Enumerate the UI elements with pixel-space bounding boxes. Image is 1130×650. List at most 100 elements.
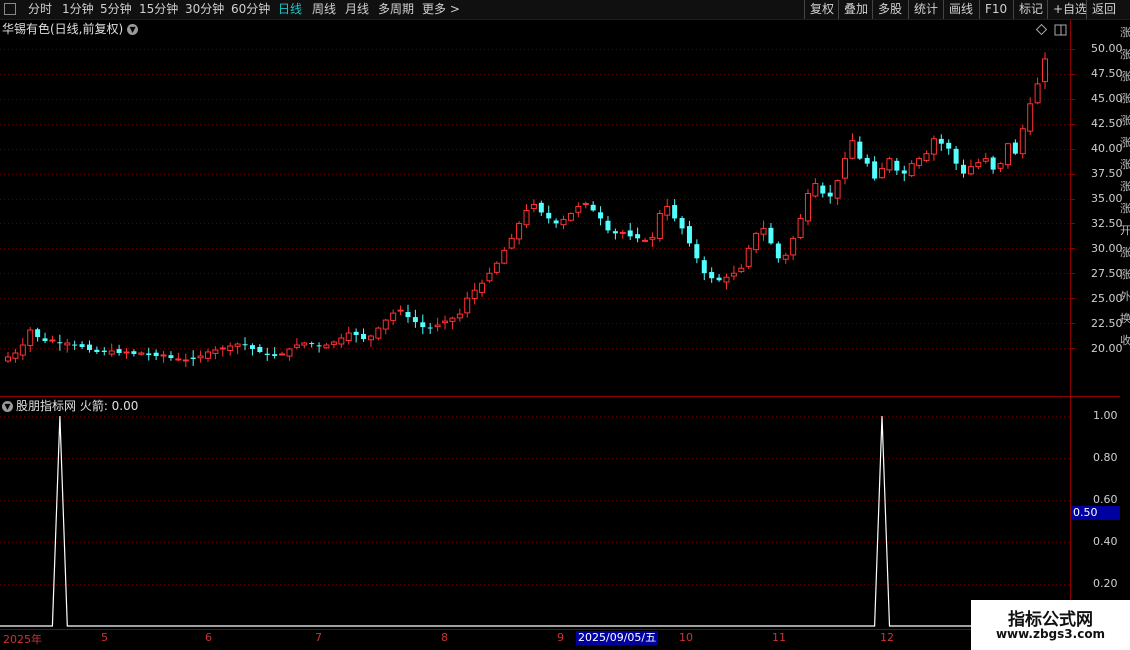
candle — [257, 344, 263, 354]
candle — [982, 152, 989, 164]
candle — [730, 265, 737, 281]
candle — [804, 189, 811, 226]
side-info-char — [1120, 398, 1130, 412]
candle — [961, 159, 967, 178]
candle — [479, 279, 486, 297]
diamond-icon[interactable] — [1035, 23, 1048, 36]
candle — [301, 341, 308, 348]
candle — [990, 155, 996, 174]
chevron-down-icon[interactable]: ▼ — [2, 401, 13, 412]
candle — [19, 337, 26, 361]
candle — [464, 291, 471, 318]
side-info-char: 涨 — [1120, 268, 1130, 280]
candle — [345, 326, 352, 345]
candle — [138, 351, 145, 356]
candle — [405, 304, 411, 323]
candle — [131, 349, 137, 357]
cursor-value-badge: 0.50 — [1071, 506, 1120, 520]
candle — [701, 256, 707, 281]
rocket-signal-line — [0, 415, 1070, 627]
candle — [612, 228, 618, 240]
candle — [361, 328, 367, 342]
side-info-char — [1120, 354, 1130, 368]
candle — [249, 343, 255, 356]
candle — [664, 199, 671, 221]
candle — [523, 204, 530, 228]
candle — [234, 342, 241, 355]
candle — [197, 350, 204, 363]
price-tick: 27.50 — [1091, 267, 1123, 280]
side-info-char — [1120, 552, 1130, 566]
candle — [79, 341, 85, 350]
candle — [486, 267, 493, 283]
stock-name-label: 华锡有色(日线,前复权) — [2, 22, 124, 36]
candle — [567, 212, 574, 222]
price-tick: 50.00 — [1091, 42, 1123, 55]
x-axis-label: 11 — [772, 631, 786, 644]
candle — [642, 237, 649, 243]
candle — [1012, 139, 1018, 155]
candle — [42, 332, 48, 344]
price-tick: 47.50 — [1091, 67, 1123, 80]
price-tick: 37.50 — [1091, 167, 1123, 180]
price-tick: 30.00 — [1091, 242, 1123, 255]
side-info-char — [1120, 376, 1130, 390]
side-info-char: 涨 — [1120, 202, 1130, 214]
candle — [5, 352, 11, 363]
side-info-char — [1120, 508, 1130, 522]
candle — [168, 351, 174, 361]
kline-chart[interactable] — [0, 0, 1130, 650]
candle — [894, 158, 900, 176]
indicator-tick: 0.20 — [1093, 577, 1118, 590]
candle — [101, 347, 107, 356]
price-tick: 42.50 — [1091, 117, 1123, 130]
x-axis-label: 8 — [441, 631, 448, 644]
candle — [938, 134, 944, 151]
candle — [1004, 142, 1011, 169]
x-axis-label: 9 — [557, 631, 564, 644]
candle — [420, 314, 426, 335]
candle — [153, 349, 159, 361]
candle — [12, 348, 19, 363]
side-info-char: 涨 — [1120, 180, 1130, 192]
panel-toggle-icon[interactable] — [1054, 24, 1067, 36]
candle — [175, 352, 182, 362]
candle — [382, 318, 389, 335]
candle — [64, 338, 71, 353]
candle — [323, 342, 330, 349]
side-info-char: 涨 — [1120, 48, 1130, 60]
candle — [338, 333, 345, 348]
side-info-char: 涨 — [1120, 92, 1130, 104]
candle — [427, 323, 433, 334]
candle — [330, 340, 337, 349]
candle — [227, 342, 234, 356]
x-axis-label: 6 — [205, 631, 212, 644]
candle — [827, 184, 833, 204]
cursor-date-badge: 2025/09/05/五 — [576, 631, 659, 645]
candle — [916, 156, 923, 169]
candle — [560, 215, 567, 230]
indicator-name-label: 股朋指标网 火箭: 0.00 — [16, 399, 139, 413]
indicator-tick: 1.00 — [1093, 409, 1118, 422]
side-info-char — [1120, 486, 1130, 500]
side-info-char — [1120, 574, 1130, 588]
chevron-down-icon[interactable]: ▼ — [127, 24, 139, 35]
candle — [1027, 97, 1034, 136]
candle — [797, 214, 804, 240]
candle — [649, 232, 656, 247]
candle — [590, 201, 596, 212]
candle — [516, 221, 523, 245]
candle — [760, 220, 767, 241]
candle — [286, 347, 293, 361]
candle — [775, 241, 781, 263]
price-tick: 45.00 — [1091, 92, 1123, 105]
x-axis-label: 10 — [679, 631, 693, 644]
candle — [842, 151, 849, 185]
candle — [412, 309, 418, 328]
candle — [116, 344, 122, 356]
candle — [886, 156, 893, 174]
candle — [367, 334, 374, 347]
candle — [279, 351, 286, 356]
candle — [879, 162, 886, 179]
candle — [605, 216, 611, 234]
